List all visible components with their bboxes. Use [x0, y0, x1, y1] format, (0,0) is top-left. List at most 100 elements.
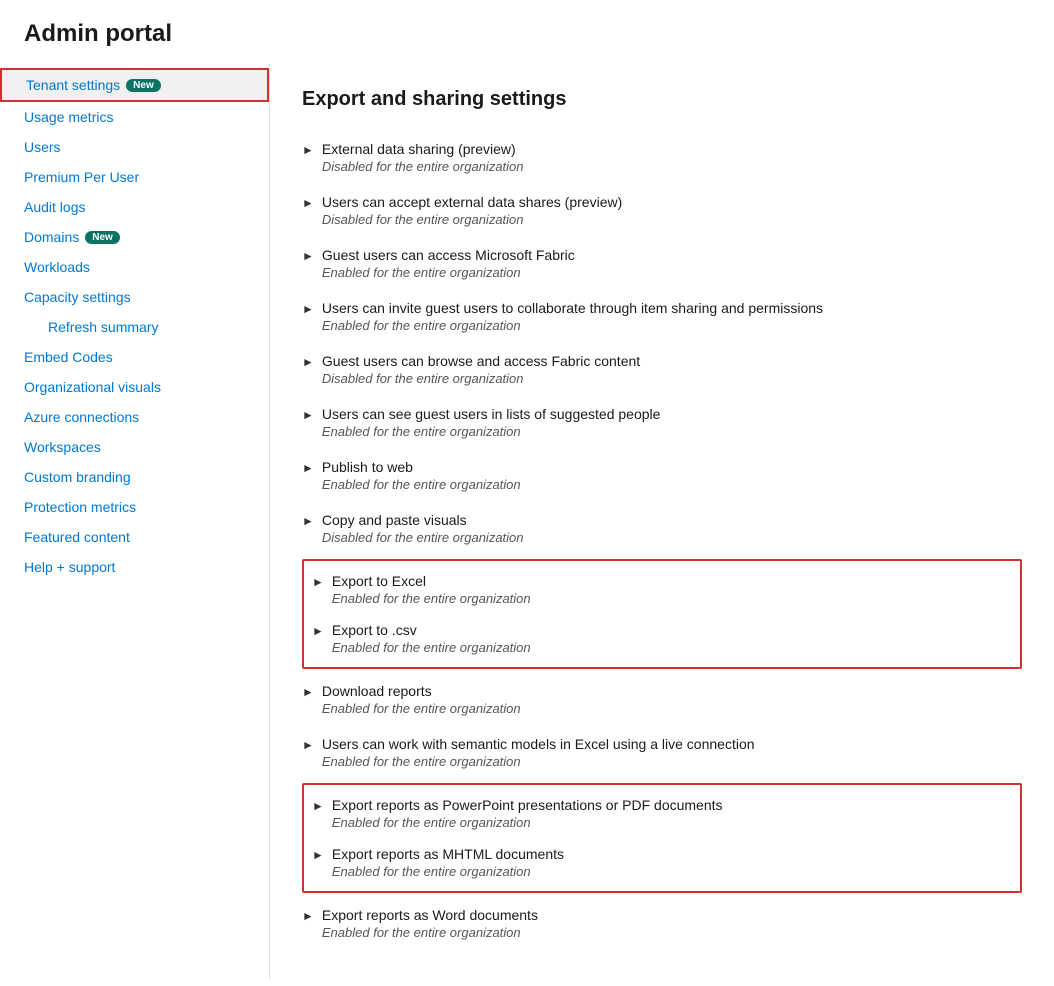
settings-item-title: Export reports as Word documents — [322, 907, 538, 923]
settings-item-content: Export to .csv Enabled for the entire or… — [332, 622, 531, 655]
settings-item-title: Publish to web — [322, 459, 521, 475]
settings-item-content: Guest users can browse and access Fabric… — [322, 353, 640, 386]
settings-item-invite-guest-collab: ► Users can invite guest users to collab… — [302, 290, 1022, 343]
chevron-right-icon[interactable]: ► — [302, 302, 314, 316]
settings-item-publish-to-web: ► Publish to web Enabled for the entire … — [302, 449, 1022, 502]
settings-item-title: External data sharing (preview) — [322, 141, 524, 157]
settings-item-status: Enabled for the entire organization — [332, 640, 531, 655]
sidebar-item-label: Custom branding — [24, 469, 131, 485]
settings-item-content: Users can invite guest users to collabor… — [322, 300, 823, 333]
chevron-right-icon[interactable]: ► — [302, 685, 314, 699]
settings-item-status: Enabled for the entire organization — [332, 815, 723, 830]
settings-item-title: Users can see guest users in lists of su… — [322, 406, 661, 422]
chevron-right-icon[interactable]: ► — [302, 143, 314, 157]
section-title: Export and sharing settings — [302, 88, 1022, 111]
chevron-right-icon[interactable]: ► — [302, 408, 314, 422]
settings-item-title: Download reports — [322, 683, 521, 699]
highlight-group-group2: ► Export reports as PowerPoint presentat… — [302, 783, 1022, 893]
sidebar-item-label: Workloads — [24, 259, 90, 275]
sidebar-item-label: Users — [24, 139, 61, 155]
sidebar-item-label: Capacity settings — [24, 289, 131, 305]
chevron-right-icon[interactable]: ► — [302, 909, 314, 923]
highlight-group-wrapper: ► Export to Excel Enabled for the entire… — [302, 559, 1022, 669]
sidebar-item-featured-content[interactable]: Featured content — [0, 522, 269, 552]
sidebar-item-protection-metrics[interactable]: Protection metrics — [0, 492, 269, 522]
settings-item-title: Users can work with semantic models in E… — [322, 736, 755, 752]
settings-item-ext-data-sharing: ► External data sharing (preview) Disabl… — [302, 131, 1022, 184]
settings-item-content: Users can see guest users in lists of su… — [322, 406, 661, 439]
chevron-right-icon[interactable]: ► — [312, 624, 324, 638]
main-content: Export and sharing settings ► External d… — [270, 64, 1054, 980]
badge-new: New — [126, 79, 161, 92]
chevron-right-icon[interactable]: ► — [302, 196, 314, 210]
settings-item-semantic-models-excel: ► Users can work with semantic models in… — [302, 726, 1022, 779]
settings-item-title: Export to Excel — [332, 573, 531, 589]
settings-list: ► External data sharing (preview) Disabl… — [302, 131, 1022, 950]
settings-item-title: Export to .csv — [332, 622, 531, 638]
sidebar-item-usage-metrics[interactable]: Usage metrics — [0, 102, 269, 132]
sidebar-item-organizational-visuals[interactable]: Organizational visuals — [0, 372, 269, 402]
sidebar-item-label: Premium Per User — [24, 169, 139, 185]
settings-item-status: Disabled for the entire organization — [322, 159, 524, 174]
sidebar-item-label: Help + support — [24, 559, 115, 575]
settings-item-content: External data sharing (preview) Disabled… — [322, 141, 524, 174]
sidebar-item-premium-per-user[interactable]: Premium Per User — [0, 162, 269, 192]
settings-item-status: Disabled for the entire organization — [322, 371, 640, 386]
sidebar-item-refresh-summary[interactable]: Refresh summary — [0, 312, 269, 342]
settings-item-export-word: ► Export reports as Word documents Enabl… — [302, 897, 1022, 950]
settings-item-download-reports: ► Download reports Enabled for the entir… — [302, 673, 1022, 726]
settings-item-export-mhtml: ► Export reports as MHTML documents Enab… — [312, 838, 1012, 887]
sidebar-item-label: Tenant settings — [26, 77, 120, 93]
settings-item-content: Export to Excel Enabled for the entire o… — [332, 573, 531, 606]
settings-item-status: Enabled for the entire organization — [322, 424, 661, 439]
chevron-right-icon[interactable]: ► — [302, 355, 314, 369]
sidebar-item-label: Domains — [24, 229, 79, 245]
settings-item-content: Users can accept external data shares (p… — [322, 194, 622, 227]
sidebar-item-label: Azure connections — [24, 409, 139, 425]
sidebar-item-users[interactable]: Users — [0, 132, 269, 162]
settings-item-accept-ext-shares: ► Users can accept external data shares … — [302, 184, 1022, 237]
chevron-right-icon[interactable]: ► — [302, 738, 314, 752]
chevron-right-icon[interactable]: ► — [312, 575, 324, 589]
settings-item-content: Users can work with semantic models in E… — [322, 736, 755, 769]
sidebar: Tenant settings New Usage metrics Users Prem… — [0, 64, 270, 980]
settings-item-status: Enabled for the entire organization — [322, 754, 755, 769]
sidebar-item-tenant-settings[interactable]: Tenant settings New — [0, 68, 269, 102]
sidebar-item-capacity-settings[interactable]: Capacity settings — [0, 282, 269, 312]
chevron-right-icon[interactable]: ► — [312, 848, 324, 862]
highlight-group-wrapper: ► Export reports as PowerPoint presentat… — [302, 783, 1022, 893]
sidebar-item-azure-connections[interactable]: Azure connections — [0, 402, 269, 432]
sidebar-item-label: Usage metrics — [24, 109, 113, 125]
settings-item-title: Copy and paste visuals — [322, 512, 524, 528]
sidebar-item-custom-branding[interactable]: Custom branding — [0, 462, 269, 492]
sidebar-item-workloads[interactable]: Workloads — [0, 252, 269, 282]
sidebar-item-label: Workspaces — [24, 439, 101, 455]
settings-item-content: Download reports Enabled for the entire … — [322, 683, 521, 716]
chevron-right-icon[interactable]: ► — [312, 799, 324, 813]
settings-item-status: Enabled for the entire organization — [332, 591, 531, 606]
settings-item-content: Export reports as MHTML documents Enable… — [332, 846, 564, 879]
chevron-right-icon[interactable]: ► — [302, 514, 314, 528]
sidebar-item-label: Protection metrics — [24, 499, 136, 515]
sidebar-item-embed-codes[interactable]: Embed Codes — [0, 342, 269, 372]
sidebar-item-audit-logs[interactable]: Audit logs — [0, 192, 269, 222]
sidebar-item-help-support[interactable]: Help + support — [0, 552, 269, 582]
settings-item-title: Users can invite guest users to collabor… — [322, 300, 823, 316]
chevron-right-icon[interactable]: ► — [302, 249, 314, 263]
settings-item-content: Publish to web Enabled for the entire or… — [322, 459, 521, 492]
settings-item-export-ppt-pdf: ► Export reports as PowerPoint presentat… — [312, 789, 1012, 838]
settings-item-export-excel: ► Export to Excel Enabled for the entire… — [312, 565, 1012, 614]
settings-item-guest-in-lists: ► Users can see guest users in lists of … — [302, 396, 1022, 449]
settings-item-export-csv: ► Export to .csv Enabled for the entire … — [312, 614, 1012, 663]
chevron-right-icon[interactable]: ► — [302, 461, 314, 475]
settings-item-content: Export reports as PowerPoint presentatio… — [332, 797, 723, 830]
highlight-group-group1: ► Export to Excel Enabled for the entire… — [302, 559, 1022, 669]
settings-item-guest-browse-fabric: ► Guest users can browse and access Fabr… — [302, 343, 1022, 396]
sidebar-item-label: Refresh summary — [48, 319, 158, 335]
settings-item-status: Enabled for the entire organization — [332, 864, 564, 879]
sidebar-item-domains[interactable]: DomainsNew — [0, 222, 269, 252]
sidebar-item-label: Organizational visuals — [24, 379, 161, 395]
settings-item-guest-access-fabric: ► Guest users can access Microsoft Fabri… — [302, 237, 1022, 290]
settings-item-content: Copy and paste visuals Disabled for the … — [322, 512, 524, 545]
sidebar-item-workspaces[interactable]: Workspaces — [0, 432, 269, 462]
